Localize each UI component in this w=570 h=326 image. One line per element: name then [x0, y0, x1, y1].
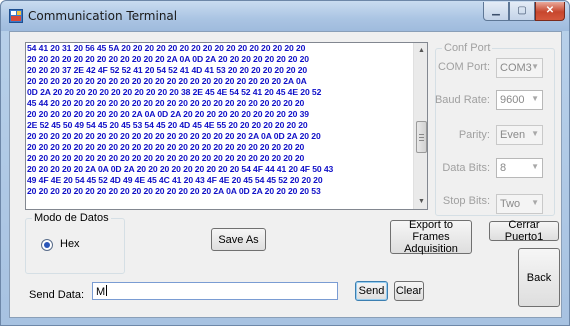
- radio-selected-dot: [44, 242, 50, 248]
- export-frames-button[interactable]: Export to Frames Adquisition: [390, 219, 472, 255]
- cerrar-puerto-button[interactable]: Cerrar Puerto1: [489, 219, 559, 243]
- terminal-line: 54 41 20 31 20 56 45 5A 20 20 20 20 20 2…: [27, 43, 306, 53]
- save-as-button[interactable]: Save As: [211, 228, 266, 251]
- send-data-input[interactable]: M: [92, 282, 338, 300]
- parity-select[interactable]: Even ▼: [496, 125, 543, 145]
- modo-datos-title: Modo de Datos: [32, 212, 111, 224]
- main-window: Communication Terminal ▁ ▢ ✕ 54 41 20 31…: [0, 0, 570, 326]
- chevron-down-icon: ▼: [531, 94, 539, 103]
- hex-radio-label[interactable]: Hex: [60, 238, 80, 250]
- back-button[interactable]: Back: [518, 248, 560, 307]
- close-icon: ✕: [545, 5, 555, 16]
- chevron-down-icon: ▼: [531, 198, 539, 207]
- terminal-line: 45 44 20 20 20 20 20 20 20 20 20 20 20 2…: [27, 98, 305, 108]
- baud-rate-select[interactable]: 9600 ▼: [496, 90, 543, 110]
- chevron-down-icon: ▼: [531, 162, 539, 171]
- terminal-line: 0D 2A 20 20 20 20 20 20 20 20 20 20 20 3…: [27, 87, 322, 97]
- terminal-output[interactable]: 54 41 20 31 20 56 45 5A 20 20 20 20 20 2…: [25, 42, 428, 210]
- stop-bits-select[interactable]: Two ▼: [496, 194, 543, 214]
- maximize-icon: ▢: [517, 5, 527, 16]
- terminal-line: 20 20 20 20 20 20 20 20 20 20 20 20 20 2…: [27, 131, 321, 141]
- terminal-line: 20 20 20 20 20 2A 0A 0D 2A 20 20 20 20 2…: [27, 164, 334, 174]
- send-button[interactable]: Send: [355, 281, 388, 301]
- text-caret: [106, 285, 108, 296]
- minimize-button[interactable]: ▁: [483, 2, 509, 21]
- data-bits-label: Data Bits:: [442, 162, 490, 174]
- maximize-button[interactable]: ▢: [509, 2, 535, 21]
- terminal-line: 20 20 20 20 20 20 20 20 20 20 20 20 20 2…: [27, 153, 305, 163]
- terminal-line: 20 20 20 20 20 20 20 20 20 20 20 20 20 2…: [27, 142, 305, 152]
- send-data-label: Send Data:: [29, 289, 85, 301]
- hex-radio[interactable]: [41, 239, 53, 251]
- chevron-down-icon: ▼: [531, 62, 539, 71]
- terminal-line: 20 20 20 20 20 20 20 20 20 20 20 20 2A 0…: [27, 54, 309, 64]
- terminal-line: 20 20 20 20 20 20 20 20 20 2A 0A 0D 2A 2…: [27, 109, 309, 119]
- baud-rate-label: Baud Rate:: [434, 94, 490, 106]
- minimize-icon: ▁: [492, 5, 500, 16]
- conf-port-group: Conf Port COM Port: COM3 ▼ Baud Rate: 96…: [434, 42, 555, 216]
- data-bits-select[interactable]: 8 ▼: [496, 158, 543, 178]
- conf-port-title: Conf Port: [442, 42, 493, 54]
- window-title: Communication Terminal: [28, 9, 178, 23]
- stop-bits-label: Stop Bits:: [442, 195, 490, 207]
- scroll-up-icon[interactable]: ▲: [414, 43, 427, 58]
- com-port-label: COM Port:: [438, 61, 490, 73]
- clear-button[interactable]: Clear: [394, 281, 424, 301]
- modo-datos-group: Modo de Datos Hex: [25, 212, 125, 274]
- parity-label: Parity:: [458, 129, 490, 141]
- scroll-down-icon[interactable]: ▼: [414, 194, 427, 209]
- chevron-down-icon: ▼: [531, 129, 539, 138]
- terminal-scrollbar[interactable]: ▲ ▼: [413, 43, 427, 209]
- title-bar[interactable]: Communication Terminal ▁ ▢ ✕: [1, 1, 569, 31]
- terminal-line: 20 20 20 20 20 20 20 20 20 20 20 20 20 2…: [27, 186, 321, 196]
- terminal-line: 49 4F 4E 20 54 45 52 4D 49 4E 45 4C 41 2…: [27, 175, 323, 185]
- close-button[interactable]: ✕: [535, 2, 565, 21]
- terminal-line: 20 20 20 37 2E 42 4F 52 52 41 20 54 52 4…: [27, 65, 308, 75]
- terminal-line: 2E 52 45 50 49 54 45 20 45 53 54 45 20 4…: [27, 120, 308, 130]
- terminal-line: 20 20 20 20 20 20 20 20 20 20 20 20 20 2…: [27, 76, 307, 86]
- com-port-select[interactable]: COM3 ▼: [496, 58, 543, 78]
- terminal-text: 54 41 20 31 20 56 45 5A 20 20 20 20 20 2…: [27, 43, 412, 197]
- scroll-thumb[interactable]: [416, 121, 427, 153]
- client-area: 54 41 20 31 20 56 45 5A 20 20 20 20 20 2…: [9, 31, 562, 318]
- app-icon: [9, 9, 23, 23]
